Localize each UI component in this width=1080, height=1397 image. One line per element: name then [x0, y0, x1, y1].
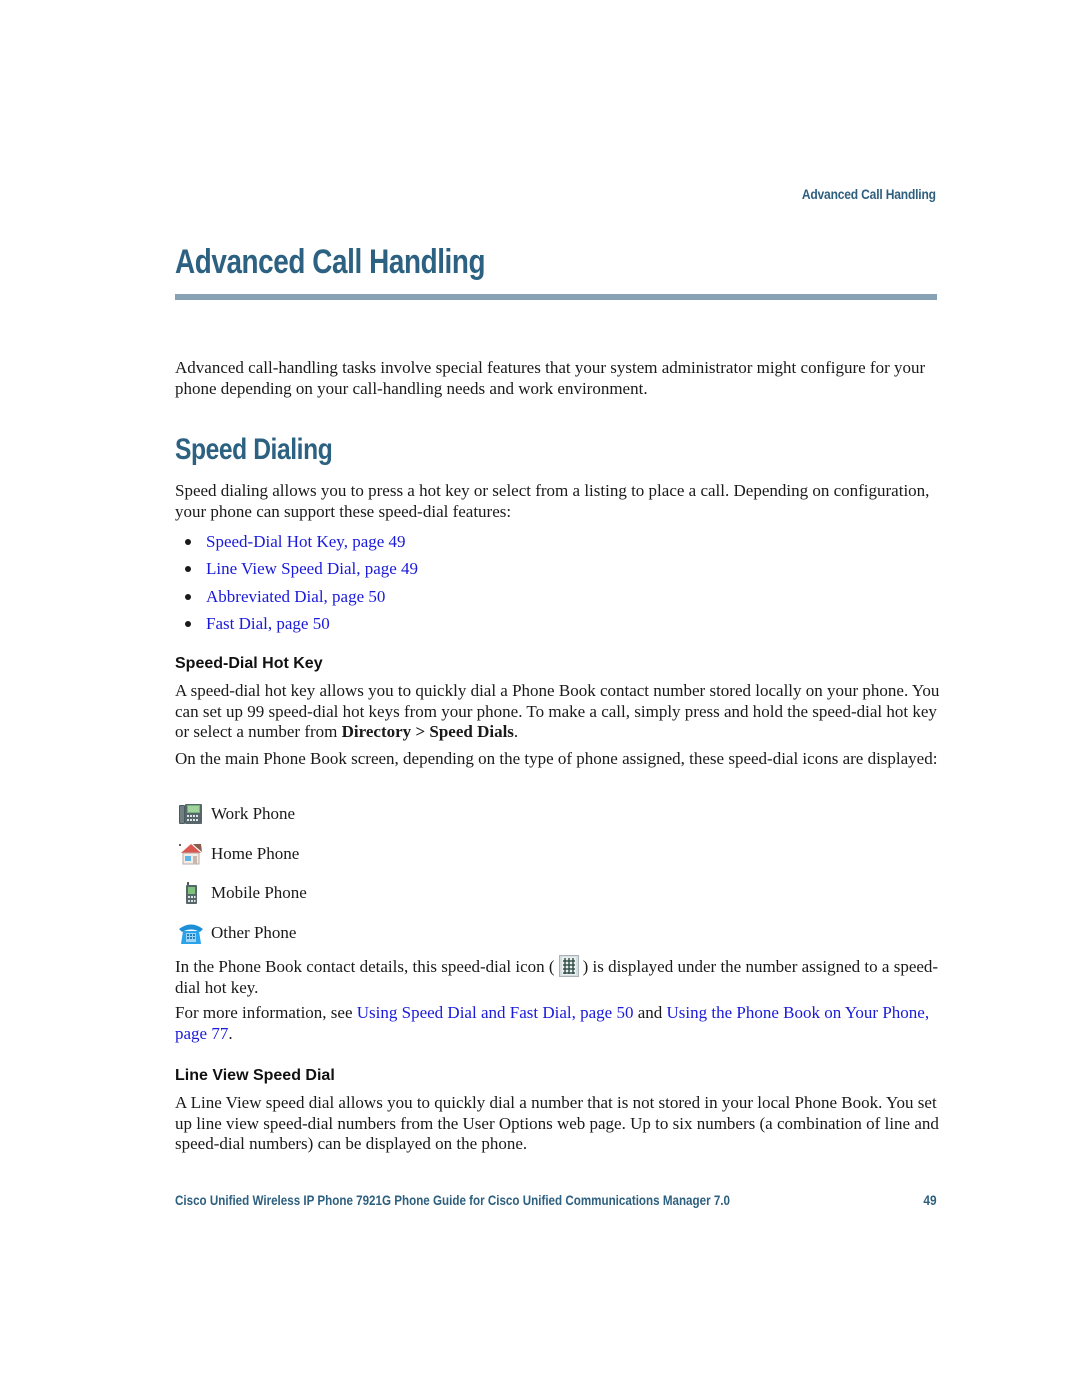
link-speed-dial-hot-key[interactable]: Speed-Dial Hot Key, page 49: [206, 532, 406, 552]
more-info-text: For more information, see: [175, 1003, 357, 1022]
subsection-title-line-view-speed-dial: Line View Speed Dial: [175, 1067, 335, 1084]
home-phone-icon: [178, 842, 204, 866]
subsection-title-speed-dial-hot-key: Speed-Dial Hot Key: [175, 655, 323, 672]
menu-speed-dials: Speed Dials: [429, 722, 514, 741]
bullet-icon: [185, 593, 191, 600]
bullet-icon: [185, 538, 191, 545]
other-phone-icon: [178, 921, 204, 945]
chapter-intro: Advanced call-handling tasks involve spe…: [175, 358, 926, 398]
chapter-title-rule: [175, 294, 937, 300]
footer-page-number: 49: [923, 1192, 937, 1208]
hot-key-text-end: .: [513, 722, 519, 741]
list-item: Mobile Phone: [178, 874, 307, 914]
speed-dial-feature-list: Speed-Dial Hot Key, page 49 Line View Sp…: [175, 528, 418, 638]
home-phone-label: Home Phone: [211, 843, 300, 863]
mobile-phone-icon: [178, 881, 204, 905]
link-line-view-speed-dial[interactable]: Line View Speed Dial, page 49: [206, 559, 418, 579]
more-info-and: and: [633, 1003, 667, 1022]
speed-dial-icon-list: Work Phone Home Phone Mobile Phone Other…: [178, 794, 307, 953]
bullet-icon: [185, 621, 191, 628]
menu-directory: Directory: [341, 722, 412, 741]
link-using-speed-dial-and-fast-dial[interactable]: Using Speed Dial and Fast Dial, page 50: [357, 1003, 634, 1022]
hot-key-text: A speed-dial hot key allows you to quick…: [175, 681, 940, 741]
speed-dialing-intro: Speed dialing allows you to press a hot …: [175, 481, 930, 521]
footer-document-title: Cisco Unified Wireless IP Phone 7921G Ph…: [175, 1192, 730, 1208]
more-info-end: .: [228, 1023, 233, 1043]
list-item: Home Phone: [178, 834, 307, 874]
menu-separator: >: [411, 722, 430, 741]
work-phone-label: Work Phone: [211, 803, 296, 823]
document-page: Advanced Call Handling Advanced Call Han…: [0, 0, 1080, 1397]
other-phone-label: Other Phone: [211, 923, 297, 943]
list-item: Work Phone: [178, 794, 307, 834]
list-item: Line View Speed Dial, page 49: [175, 556, 418, 584]
link-abbreviated-dial[interactable]: Abbreviated Dial, page 50: [206, 587, 385, 607]
more-info-paragraph: For more information, see Using Speed Di…: [175, 1003, 940, 1044]
mobile-phone-label: Mobile Phone: [211, 883, 307, 903]
speed-dial-icon-paragraph: In the Phone Book contact details, this …: [175, 955, 940, 998]
section-title-speed-dialing: Speed Dialing: [175, 433, 333, 466]
list-item: Other Phone: [178, 913, 307, 953]
speed-dial-keypad-icon: [558, 955, 579, 977]
list-item: Speed-Dial Hot Key, page 49: [175, 528, 418, 556]
work-phone-icon: [178, 802, 204, 826]
link-fast-dial[interactable]: Fast Dial, page 50: [206, 614, 330, 634]
speed-dial-icon-text-before: In the Phone Book contact details, this …: [175, 957, 555, 976]
list-item: Abbreviated Dial, page 50: [175, 583, 418, 611]
phone-book-icons-intro: On the main Phone Book screen, depending…: [175, 749, 938, 768]
running-header: Advanced Call Handling: [801, 186, 936, 202]
bullet-icon: [185, 566, 191, 573]
list-item: Fast Dial, page 50: [175, 611, 418, 639]
line-view-paragraph: A Line View speed dial allows you to qui…: [175, 1093, 939, 1153]
chapter-title: Advanced Call Handling: [175, 243, 486, 281]
hot-key-paragraph: A speed-dial hot key allows you to quick…: [175, 681, 940, 743]
